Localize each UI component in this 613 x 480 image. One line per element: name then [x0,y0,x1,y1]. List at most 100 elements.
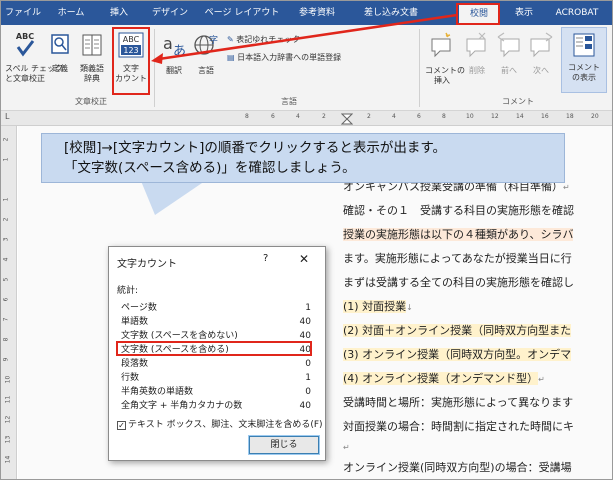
tab-selector[interactable]: L [5,112,9,121]
ruler-tick: 10 [466,113,474,120]
close-icon[interactable]: ✕ [299,252,309,266]
group-label-comments: コメント [502,97,534,106]
spell-label-1: スペル チェック [5,64,63,73]
ruler-tick: 5 [2,277,10,282]
group-separator [154,29,155,107]
include-textboxes-checkbox[interactable]: ✓ テキスト ボックス、脚注、文末脚注を含める(F) [117,417,323,430]
stat-row: 半角英数の単語数 0 [121,387,311,397]
ruler-tick: 14 [516,113,524,120]
show-comments-icon [573,33,595,57]
ruler-tick: 1 [2,157,10,162]
next-comment-button[interactable]: 次へ [527,29,555,76]
doc-line: 対面授業の場合：時間割に指定された時間にキ [343,420,574,433]
highlight-review-tab [456,3,500,25]
tab-mailings[interactable]: 差し込み文書 [351,1,431,25]
new-comment-label-1: コメントの [425,66,465,75]
previous-comment-button[interactable]: 前へ [495,29,523,76]
show-comments-label-1: コメント [568,63,600,72]
spelling-grammar-button[interactable]: ABC スペル チェック と文章校正 [5,29,63,84]
doc-line: (1) 対面授業↓ [343,300,413,313]
delete-comment-button[interactable]: 削除 [463,29,491,76]
ruler-tick: 3 [2,237,10,242]
spell-check-icon: ABC [16,32,34,57]
ruler-tick: 8 [245,113,249,120]
language-globe-icon: 字 [194,34,218,55]
thesaurus-label-1: 類義語 [80,64,104,73]
previous-comment-icon [497,32,520,58]
tab-design[interactable]: デザイン [146,1,194,25]
ruler-tick: 4 [296,113,300,120]
translate-button[interactable]: a あ 翻訳 [159,29,189,76]
tab-insert[interactable]: 挿入 [101,1,137,25]
thesaurus-icon [82,34,102,56]
ruler-tick: 8 [442,113,446,120]
group-separator [419,29,420,107]
show-comments-label-2: の表示 [572,73,596,82]
svg-text:字: 字 [209,34,218,46]
ribbon-tab-bar: ファイル ホーム 挿入 デザイン ページ レイアウト 参考資料 差し込み文書 校… [1,1,612,25]
tab-page-layout[interactable]: ページ レイアウト [201,1,283,25]
vertical-ruler: 2 1 1 2 3 4 5 6 7 8 9 10 11 12 13 14 [1,126,17,479]
ruler-tick: 2 [367,113,371,120]
stat-row: ページ数 1 [121,303,311,313]
statistics-heading: 統計: [117,286,139,296]
doc-line: (3) オンライン授業（同時双方向型。オンデマ [343,348,572,361]
close-button[interactable]: 閉じる [248,435,320,455]
include-textboxes-label: テキスト ボックス、脚注、文末脚注を含める(F) [128,420,323,430]
tab-acrobat[interactable]: ACROBAT [546,1,608,25]
show-comments-button[interactable]: コメント の表示 [561,27,607,93]
ruler-tick: 16 [541,113,549,120]
stat-row: 行数 1 [121,373,311,383]
dialog-title: 文字カウント [117,259,177,270]
help-icon[interactable]: ? [263,253,268,264]
indent-marker-icon[interactable] [341,113,353,125]
ime-dictionary-icon: ▤ [227,53,235,62]
ruler-tick: 18 [566,113,574,120]
tab-home[interactable]: ホーム [51,1,91,25]
highlight-word-count-button [112,27,150,95]
delete-comment-icon [466,32,486,58]
ruler-tick: 12 [491,113,499,120]
new-comment-button[interactable]: コメントの 挿入 [425,29,465,86]
word-window: ファイル ホーム 挿入 デザイン ページ レイアウト 参考資料 差し込み文書 校… [0,0,613,480]
svg-text:ABC: ABC [16,32,34,41]
ruler-tick: 6 [2,297,10,302]
ruler-tick: 4 [392,113,396,120]
group-label-language: 言語 [281,97,297,106]
ime-dictionary-button[interactable]: ▤ 日本語入力辞書への単語登録 [227,53,341,63]
ruler-tick: 9 [2,357,10,362]
tab-file[interactable]: ファイル [3,1,43,25]
ruler-tick: 12 [4,415,12,424]
language-label: 言語 [198,66,214,75]
define-icon [51,34,69,54]
tab-references[interactable]: 参考資料 [289,1,345,25]
callout-tail [141,181,205,215]
doc-line: ↵ [343,443,350,452]
highlight-characters-with-spaces [116,341,312,356]
stat-row: 段落数 0 [121,359,311,369]
ruler-tick: 6 [417,113,421,120]
ruler-tick: 1 [2,197,10,202]
thesaurus-label-2: 辞典 [84,74,100,83]
doc-line: (2) 対面＋オンライン授業（同時双方向型また [343,324,572,337]
define-label: 定義 [52,64,68,73]
doc-line: 受講時間と場所：実施形態によって異なります [343,396,574,409]
stat-row: 単語数 40 [121,317,311,327]
callout-line-1: [校閲]→[文字カウント]の順番でクリックすると表示が出ます。 [64,140,447,156]
tab-view[interactable]: 表示 [506,1,542,25]
next-comment-label: 次へ [533,66,549,75]
thesaurus-button[interactable]: 類義語 辞典 [75,29,109,84]
define-button[interactable]: 定義 [47,29,73,74]
ruler-tick: 2 [322,113,326,120]
consistency-check-button[interactable]: ✎ 表記ゆれチェック [227,35,300,45]
stat-row: 全角文字 + 半角カタカナの数 40 [121,401,311,411]
instruction-callout: [校閲]→[文字カウント]の順番でクリックすると表示が出ます。 「文字数(スペー… [41,133,565,183]
doc-line: まずは受講する全ての科目の実施形態を確認し [343,276,574,289]
ruler-tick: 7 [2,317,10,322]
doc-line: 確認・その１ 受講する科目の実施形態を確認 [343,204,574,217]
translate-label: 翻訳 [166,66,182,75]
ruler-tick: 6 [271,113,275,120]
language-button[interactable]: 字 言語 [191,29,221,76]
ruler-tick: 13 [4,435,12,444]
checkbox-check-icon: ✓ [117,421,126,430]
